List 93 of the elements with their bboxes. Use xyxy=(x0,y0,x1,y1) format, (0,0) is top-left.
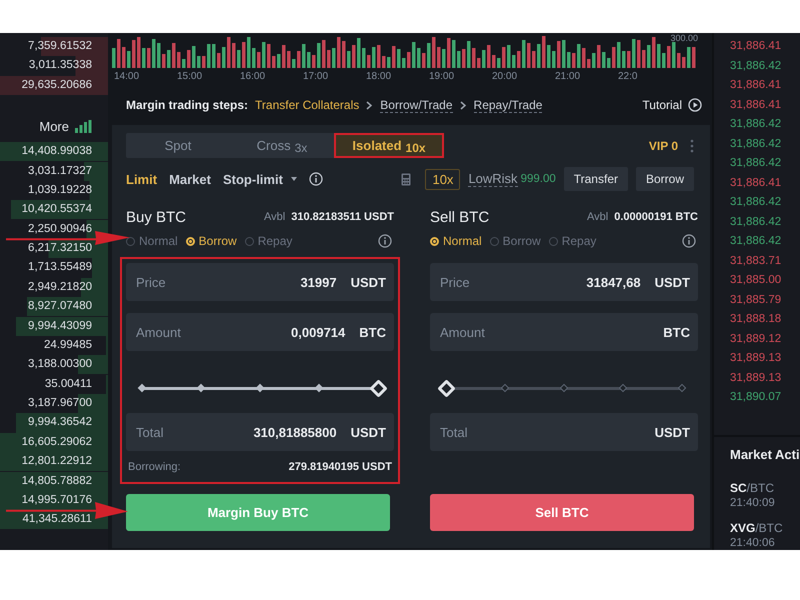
bid-amount: 16,605.29062 xyxy=(0,432,108,452)
leverage-button[interactable]: 10x xyxy=(425,168,460,190)
steps-label: Margin trading steps: xyxy=(126,98,248,112)
trade-price: 31,886.42 xyxy=(730,214,782,230)
trade-price: 31,886.42 xyxy=(730,156,782,171)
form-title: Buy BTC xyxy=(126,208,186,226)
input-field[interactable]: Total 310,81885800 USDT xyxy=(126,413,394,451)
trade-price: 31,886.41 xyxy=(730,78,782,93)
sell-button[interactable]: Sell BTC xyxy=(430,494,694,531)
input-field[interactable]: Price 31847,68 USDT xyxy=(430,263,698,301)
trade-price: 31,886.42 xyxy=(730,58,782,74)
margin-tab[interactable]: Isolated 10x xyxy=(334,133,444,158)
trade-price: 31,886.42 xyxy=(730,234,782,249)
vip-level: VIP 0 xyxy=(648,138,678,152)
more-link[interactable]: More xyxy=(39,119,69,134)
input-field[interactable]: Total USDT xyxy=(430,413,698,451)
step-marker-icon xyxy=(315,384,323,392)
input-field[interactable]: Price 31997 USDT xyxy=(126,263,394,301)
caret-icon xyxy=(290,177,297,181)
info-icon xyxy=(308,172,323,186)
step-marker-icon xyxy=(619,384,627,392)
bid-amount: 14,408.99038 xyxy=(0,142,108,162)
bid-amount: 14,995.70176 xyxy=(0,490,108,510)
calculator-icon xyxy=(401,172,412,186)
form-title: Sell BTC xyxy=(430,208,490,226)
step-marker-icon xyxy=(560,384,568,392)
available-balance: 310.82183511 USDT xyxy=(291,211,394,223)
tutorial-link[interactable]: Tutorial xyxy=(642,98,682,112)
step-marker-icon xyxy=(138,384,146,392)
order-type-tab[interactable]: Market xyxy=(169,172,211,186)
depth-bars-icon xyxy=(75,120,92,134)
time-label: 18:00 xyxy=(366,71,392,82)
available-label: Avbl xyxy=(587,211,608,223)
trade-price: 31,886.42 xyxy=(730,195,782,210)
bid-amount: 12,801.22912 xyxy=(0,452,108,472)
trade-price: 31,888.18 xyxy=(730,312,782,327)
chevron-icon xyxy=(460,100,467,110)
activity-time: 21:40:06 xyxy=(730,537,776,549)
time-label: 20:00 xyxy=(492,71,518,82)
time-label: 21:00 xyxy=(555,71,582,82)
step-marker-icon xyxy=(678,384,686,392)
more-icon xyxy=(690,138,694,152)
input-field[interactable]: Amount BTC xyxy=(430,313,698,351)
trade-price: 31,889.12 xyxy=(730,332,782,346)
pair-name[interactable]: XVG/BTC xyxy=(730,521,800,535)
available-balance: 0.00000191 BTC xyxy=(614,211,698,223)
action-button[interactable]: Transfer xyxy=(564,167,628,191)
trade-price: 31,886.41 xyxy=(730,176,782,190)
ask-amount: 29,635.20686 xyxy=(0,76,108,95)
pair-name[interactable]: SC/BTC xyxy=(730,481,800,495)
margin-tab[interactable]: Cross 3x xyxy=(230,133,334,158)
time-label: 15:00 xyxy=(177,71,204,82)
time-label: 16:00 xyxy=(240,71,266,82)
section-title: Market Acti xyxy=(730,447,800,464)
bid-amount: 14,805.78882 xyxy=(0,472,108,491)
trade-price: 31,886.41 xyxy=(730,39,782,54)
time-label: 17:00 xyxy=(303,71,330,82)
info-icon xyxy=(378,234,392,248)
trade-price: 31,883.71 xyxy=(730,254,782,268)
margin-tab[interactable]: Spot xyxy=(126,133,230,158)
time-label: 14:00 xyxy=(114,71,140,82)
order-type-tab[interactable]: Stop-limit xyxy=(222,172,297,186)
time-label: 22:0 xyxy=(618,71,638,82)
trade-price: 31,885.79 xyxy=(730,292,782,308)
chevron-icon xyxy=(366,100,374,110)
action-button[interactable]: Borrow xyxy=(636,167,694,191)
trade-price: 31,885.00 xyxy=(730,273,782,288)
trade-price: 31,890.07 xyxy=(730,390,782,405)
step-link[interactable]: Repay/Trade xyxy=(474,98,542,112)
borrowing-label: Borrowing: xyxy=(128,461,181,473)
trade-price: 31,889.13 xyxy=(730,351,782,366)
available-label: Avbl xyxy=(264,211,286,223)
info-icon xyxy=(682,234,696,248)
mode-radio[interactable]: Normal xyxy=(430,234,482,248)
step-marker-icon xyxy=(501,384,509,392)
play-icon xyxy=(688,98,702,112)
step-link[interactable]: Borrow/Trade xyxy=(380,98,453,112)
borrowing-value: 279.81940195 USDT xyxy=(288,461,392,473)
step-link[interactable]: Transfer Collaterals xyxy=(255,98,360,112)
trade-price: 31,886.42 xyxy=(730,117,782,132)
time-label: 19:00 xyxy=(429,71,456,82)
order-type-tab[interactable]: Limit xyxy=(126,172,158,186)
trade-price: 31,889.13 xyxy=(730,370,782,386)
trade-price: 31,886.42 xyxy=(730,136,782,152)
step-marker-icon xyxy=(197,384,205,392)
axis-label: 300.00 xyxy=(670,33,698,43)
step-marker-icon xyxy=(256,384,264,392)
risk-value: 999.00 xyxy=(520,173,556,185)
activity-time: 21:40:09 xyxy=(730,497,776,509)
mode-radio[interactable]: Borrow xyxy=(186,234,237,248)
trade-price: 31,886.41 xyxy=(730,98,782,112)
input-field[interactable]: Amount 0,009714 BTC xyxy=(126,313,394,351)
risk-label: LowRisk xyxy=(468,171,518,187)
